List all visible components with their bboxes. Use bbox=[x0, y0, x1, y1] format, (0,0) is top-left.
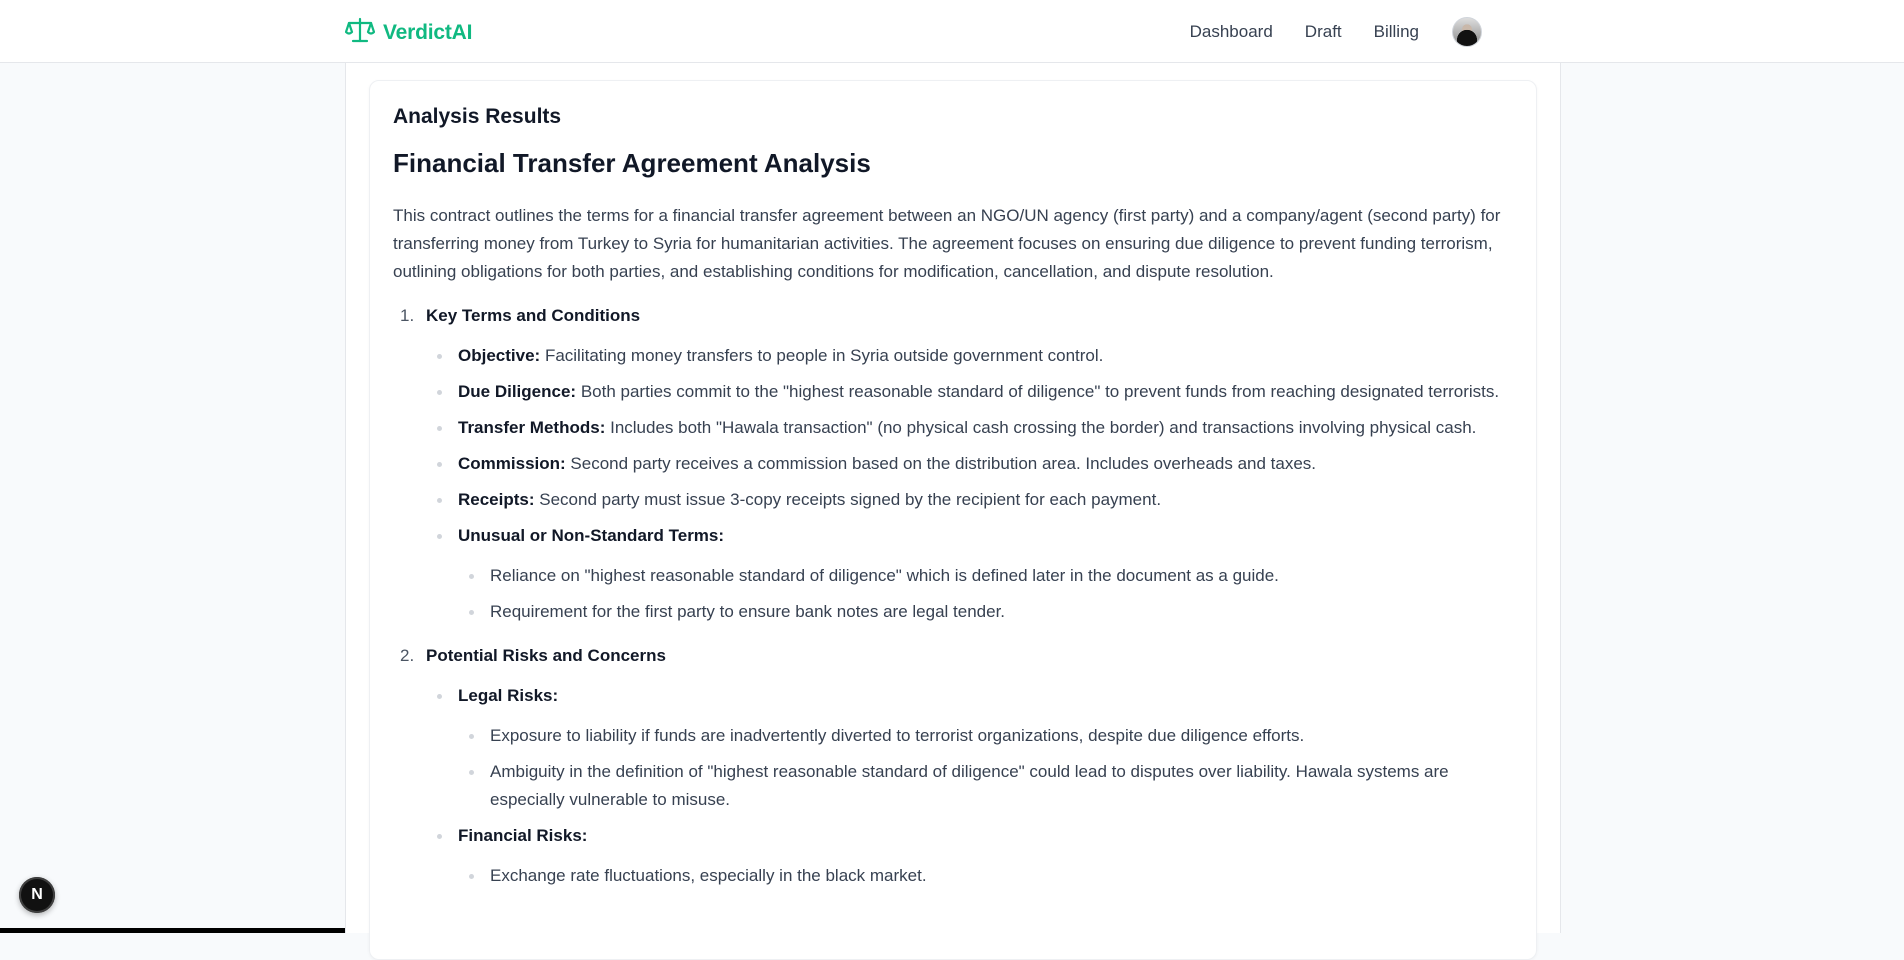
brand-logo-link[interactable]: VerdictAI bbox=[344, 16, 473, 49]
main-nav: Dashboard Draft Billing bbox=[1190, 0, 1482, 63]
bullet-item: Transfer Methods: Includes both "Hawala … bbox=[426, 414, 1515, 442]
sub-bullet-item: Exchange rate fluctuations, especially i… bbox=[458, 862, 1515, 890]
sub-bullet-item: Exposure to liability if funds are inadv… bbox=[458, 722, 1515, 750]
section-number: 1. bbox=[400, 306, 415, 325]
bullet-item: Objective: Facilitating money transfers … bbox=[426, 342, 1515, 370]
bullet-text: Facilitating money transfers to people i… bbox=[544, 346, 1104, 365]
bullet-item: Commission: Second party receives a comm… bbox=[426, 450, 1515, 478]
bullet-label: Transfer Methods: bbox=[458, 418, 606, 437]
section-title: Key Terms and Conditions bbox=[426, 306, 641, 325]
bullet-label: Receipts: bbox=[458, 490, 535, 509]
bullet-text: Second party must issue 3-copy receipts … bbox=[539, 490, 1162, 509]
user-avatar[interactable] bbox=[1452, 16, 1482, 47]
bullet-label: Legal Risks: bbox=[458, 686, 559, 705]
sub-bullet-item: Reliance on "highest reasonable standard… bbox=[458, 562, 1515, 590]
analysis-sections: 1. Key Terms and Conditions Objective: F… bbox=[393, 302, 1515, 890]
sub-bullet-item: Ambiguity in the definition of "highest … bbox=[458, 758, 1515, 814]
nav-draft[interactable]: Draft bbox=[1305, 22, 1342, 42]
bullet-item: Legal Risks: Exposure to liability if fu… bbox=[426, 682, 1515, 814]
top-navbar: VerdictAI Dashboard Draft Billing bbox=[0, 0, 1904, 63]
bottom-edge bbox=[0, 928, 345, 933]
analysis-content: Analysis Results Financial Transfer Agre… bbox=[393, 102, 1515, 898]
section-item: 2. Potential Risks and Concerns Legal Ri… bbox=[393, 642, 1515, 890]
bullet-label: Due Diligence: bbox=[458, 382, 577, 401]
sub-bullets: Exchange rate fluctuations, especially i… bbox=[458, 862, 1515, 890]
brand-name: VerdictAI bbox=[383, 20, 473, 44]
bullet-text: Includes both "Hawala transaction" (no p… bbox=[610, 418, 1477, 437]
bullet-label: Commission: bbox=[458, 454, 566, 473]
analysis-title: Financial Transfer Agreement Analysis bbox=[393, 148, 871, 178]
section-bullets: Objective: Facilitating money transfers … bbox=[426, 342, 1515, 626]
nav-dashboard[interactable]: Dashboard bbox=[1190, 22, 1273, 42]
section-item: 1. Key Terms and Conditions Objective: F… bbox=[393, 302, 1515, 626]
section-heading: Analysis Results bbox=[393, 105, 562, 128]
bullet-label: Financial Risks: bbox=[458, 826, 588, 845]
bullet-text: Second party receives a commission based… bbox=[570, 454, 1317, 473]
section-title: Potential Risks and Concerns bbox=[426, 646, 666, 665]
sub-bullets: Exposure to liability if funds are inadv… bbox=[458, 722, 1515, 814]
section-bullets: Legal Risks: Exposure to liability if fu… bbox=[426, 682, 1515, 890]
bullet-item: Financial Risks: Exchange rate fluctuati… bbox=[426, 822, 1515, 890]
bullet-label: Objective: bbox=[458, 346, 541, 365]
sub-bullet-item: Requirement for the first party to ensur… bbox=[458, 598, 1515, 626]
scales-icon bbox=[344, 16, 376, 49]
sub-bullets: Reliance on "highest reasonable standard… bbox=[458, 562, 1515, 626]
dev-tools-badge[interactable]: N bbox=[19, 877, 55, 913]
nav-billing[interactable]: Billing bbox=[1374, 22, 1419, 42]
bullet-label: Unusual or Non-Standard Terms: bbox=[458, 526, 725, 545]
section-number: 2. bbox=[400, 646, 415, 665]
bullet-item: Receipts: Second party must issue 3-copy… bbox=[426, 486, 1515, 514]
analysis-summary: This contract outlines the terms for a f… bbox=[393, 206, 1501, 281]
bullet-item: Unusual or Non-Standard Terms: Reliance … bbox=[426, 522, 1515, 626]
bullet-item: Due Diligence: Both parties commit to th… bbox=[426, 378, 1515, 406]
bullet-text: Both parties commit to the "highest reas… bbox=[580, 382, 1500, 401]
